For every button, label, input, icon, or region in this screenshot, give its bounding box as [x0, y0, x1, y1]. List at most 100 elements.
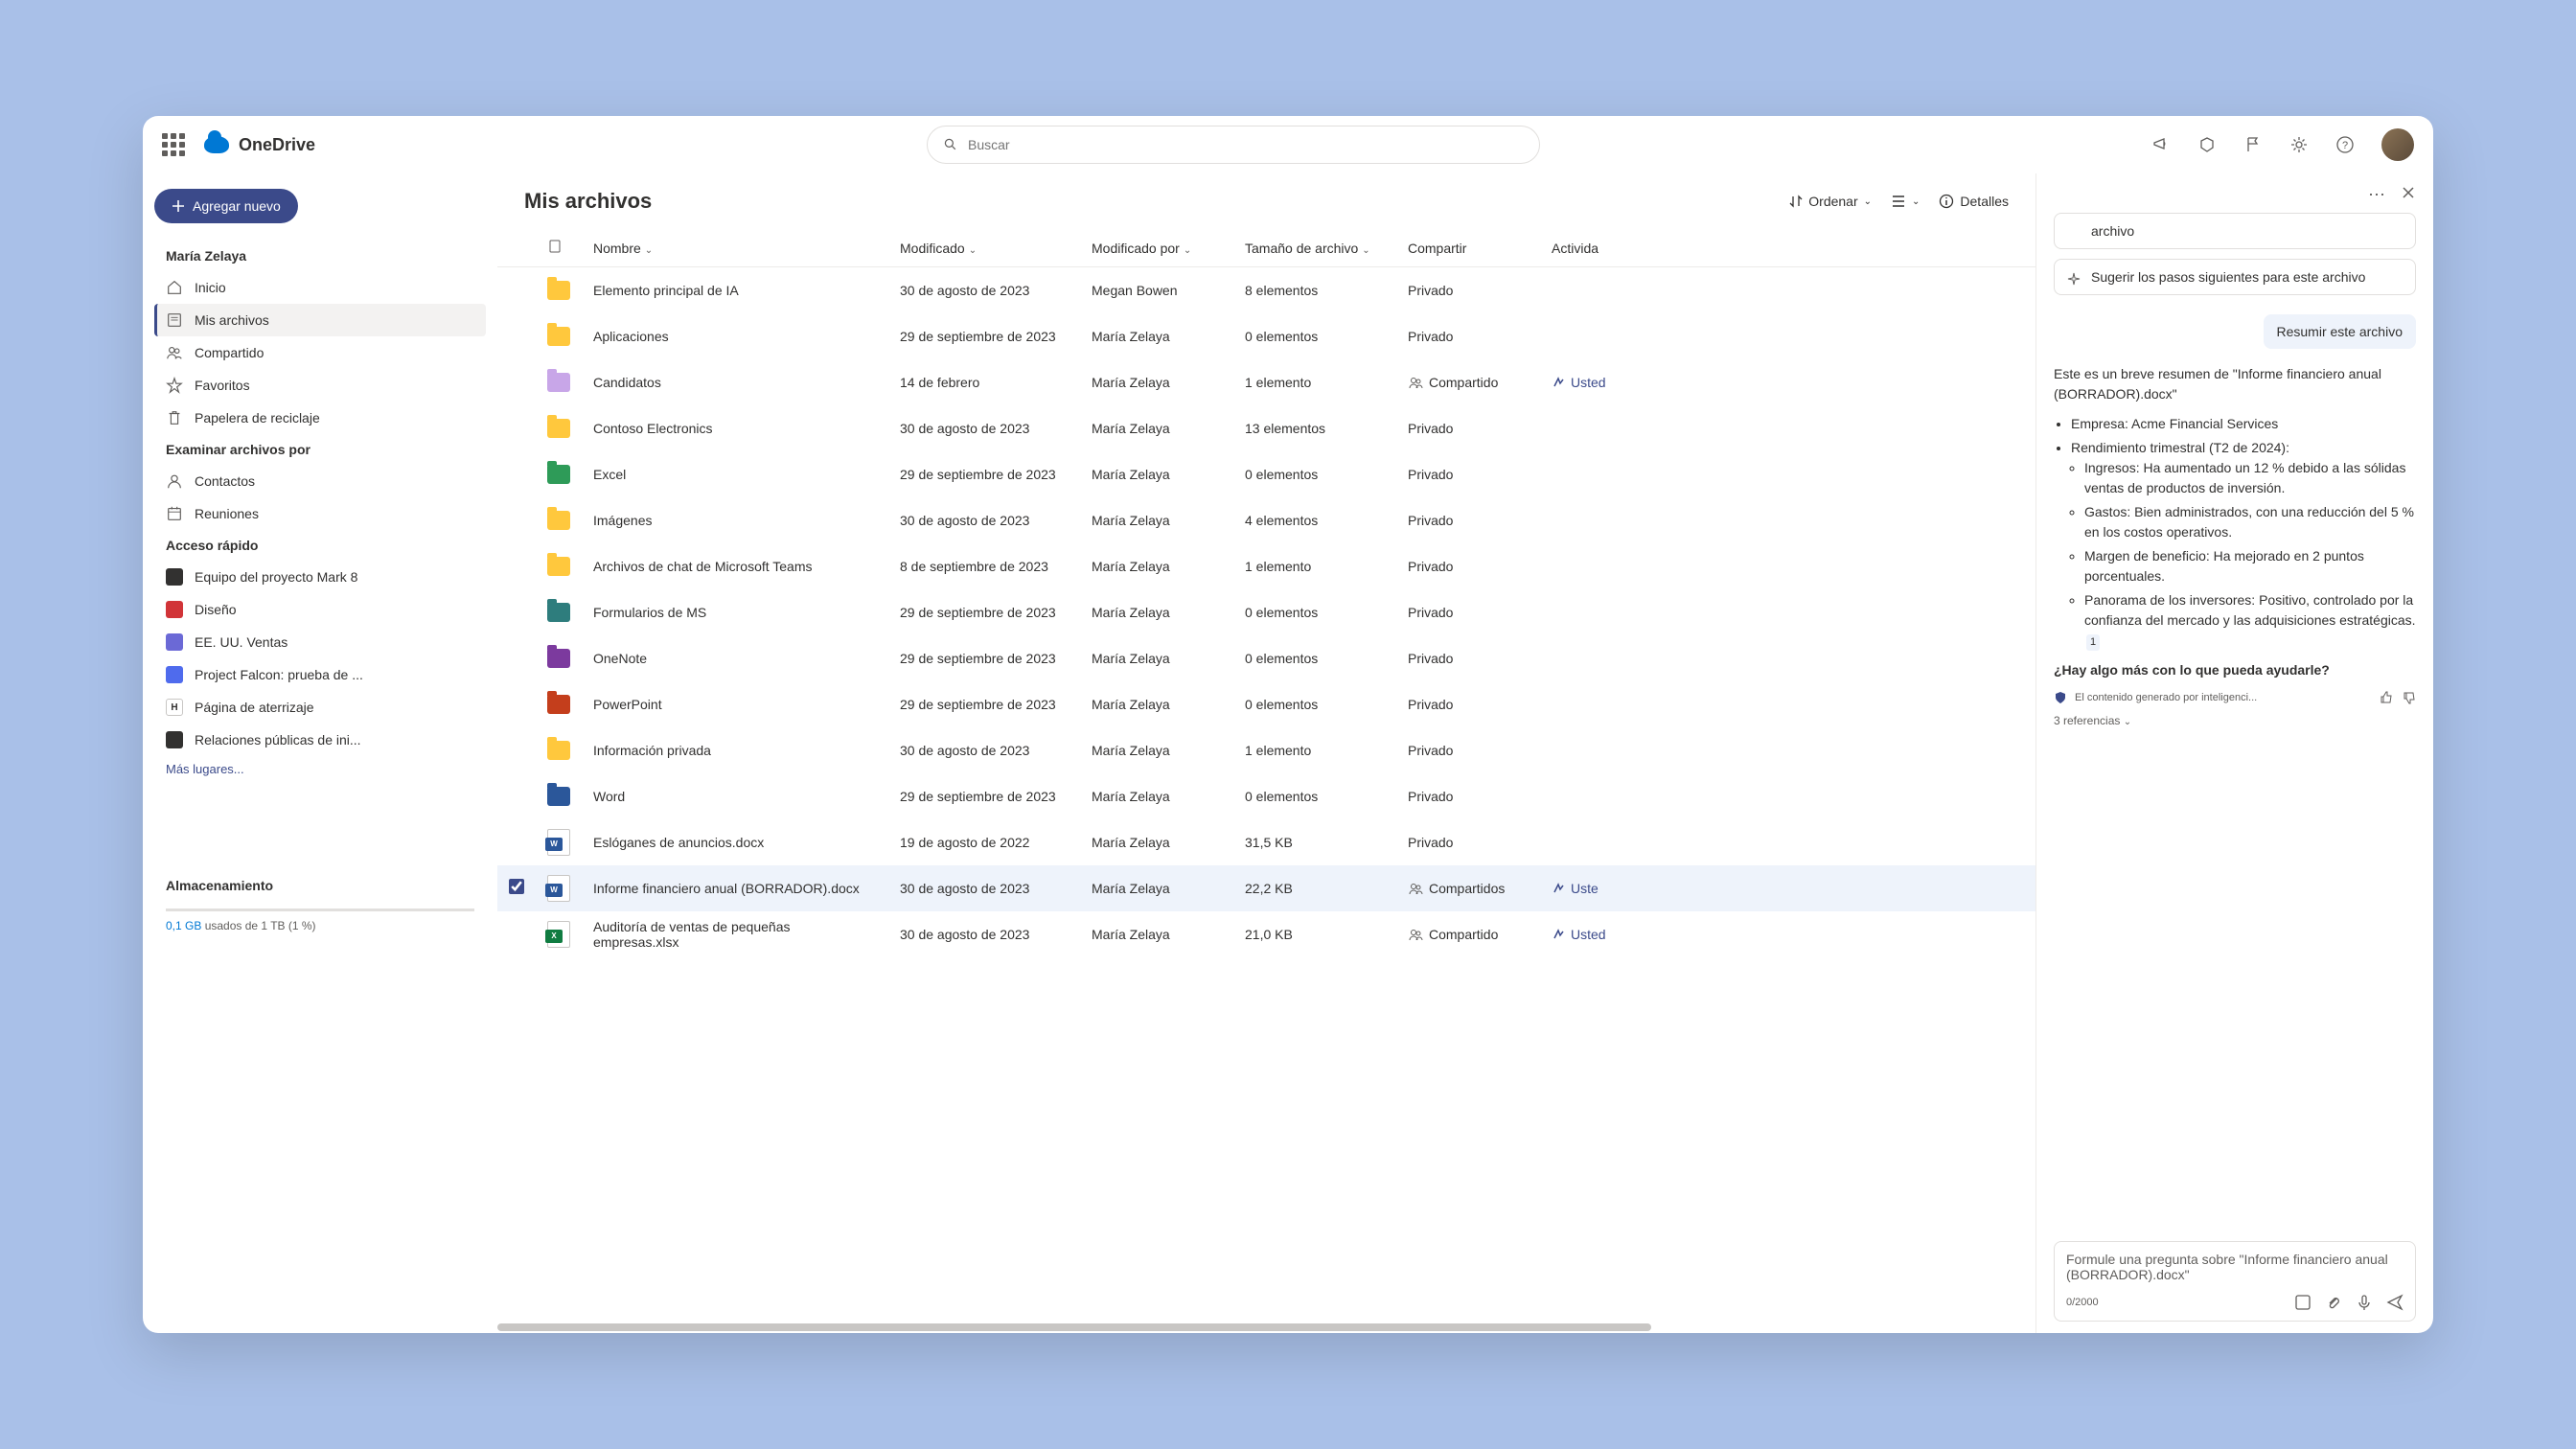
nav-item-trash[interactable]: Papelera de reciclaje — [154, 402, 486, 434]
col-header[interactable]: Tamaño de archivo⌄ — [1233, 229, 1396, 267]
table-row[interactable]: X Auditoría de ventas de pequeñas empres… — [497, 911, 2036, 957]
nav-item-home[interactable]: Inicio — [154, 271, 486, 304]
announcements-icon[interactable] — [2151, 135, 2171, 154]
nav-item-people[interactable]: Compartido — [154, 336, 486, 369]
folder-icon — [547, 649, 570, 668]
details-button[interactable]: Detalles — [1939, 194, 2009, 209]
file-activity: Uste — [1540, 865, 2036, 911]
col-check[interactable] — [497, 229, 536, 267]
suggestion-card-2[interactable]: Sugerir los pasos siguientes para este a… — [2054, 259, 2416, 295]
sort-button[interactable]: Ordenar ⌄ — [1789, 194, 1872, 209]
file-table-wrap[interactable]: Nombre⌄Modificado⌄Modificado por⌄Tamaño … — [497, 229, 2036, 1323]
table-row[interactable]: Aplicaciones 29 de septiembre de 2023 Ma… — [497, 313, 2036, 359]
file-by: María Zelaya — [1080, 543, 1233, 589]
thumbs-down-icon[interactable] — [2403, 691, 2416, 704]
table-row[interactable]: Excel 29 de septiembre de 2023 María Zel… — [497, 451, 2036, 497]
table-row[interactable]: Imágenes 30 de agosto de 2023 María Zela… — [497, 497, 2036, 543]
file-modified: 29 de septiembre de 2023 — [888, 451, 1080, 497]
quick-item[interactable]: Diseño — [154, 593, 486, 626]
table-row[interactable]: Archivos de chat de Microsoft Teams 8 de… — [497, 543, 2036, 589]
table-row[interactable]: Candidatos 14 de febrero María Zelaya 1 … — [497, 359, 2036, 405]
file-by: María Zelaya — [1080, 405, 1233, 451]
col-header[interactable]: Modificado por⌄ — [1080, 229, 1233, 267]
browse-item[interactable]: Reuniones — [154, 497, 486, 530]
file-size: 21,0 KB — [1233, 911, 1396, 957]
copilot-header: ⋯ — [2054, 185, 2416, 205]
attachment-box-icon[interactable] — [2294, 1294, 2312, 1311]
file-name: Eslóganes de anuncios.docx — [582, 819, 888, 865]
more-icon[interactable]: ⋯ — [2368, 185, 2385, 205]
thumbs-up-icon[interactable] — [2380, 691, 2393, 704]
references-toggle[interactable]: 3 referencias ⌄ — [2054, 712, 2416, 729]
trash-icon — [166, 409, 183, 426]
table-row[interactable]: W Eslóganes de anuncios.docx 19 de agost… — [497, 819, 2036, 865]
mic-icon[interactable] — [2356, 1294, 2373, 1311]
file-modified: 29 de septiembre de 2023 — [888, 773, 1080, 819]
browse-item[interactable]: Contactos — [154, 465, 486, 497]
nav-item-star[interactable]: Favoritos — [154, 369, 486, 402]
file-name: Auditoría de ventas de pequeñas empresas… — [582, 911, 888, 957]
avatar[interactable] — [2381, 128, 2414, 161]
app-launcher-icon[interactable] — [162, 133, 185, 156]
col-header[interactable]: Activida — [1540, 229, 2036, 267]
horizontal-scrollbar[interactable] — [497, 1323, 2036, 1333]
flag-icon[interactable] — [2243, 135, 2263, 154]
top-icons: ? — [2151, 128, 2414, 161]
table-row[interactable]: Contoso Electronics 30 de agosto de 2023… — [497, 405, 2036, 451]
premium-icon[interactable] — [2197, 135, 2217, 154]
svg-text:?: ? — [2342, 140, 2348, 151]
user-message: Resumir este archivo — [2264, 314, 2417, 349]
file-modified: 30 de agosto de 2023 — [888, 911, 1080, 957]
nav-item-files[interactable]: Mis archivos — [154, 304, 486, 336]
help-icon[interactable]: ? — [2335, 135, 2355, 154]
file-by: María Zelaya — [1080, 727, 1233, 773]
user-name: María Zelaya — [154, 241, 486, 271]
row-checkbox[interactable] — [509, 879, 524, 894]
file-by: María Zelaya — [1080, 589, 1233, 635]
files-icon — [166, 311, 183, 329]
table-row[interactable]: W Informe financiero anual (BORRADOR).do… — [497, 865, 2036, 911]
table-row[interactable]: Elemento principal de IA 30 de agosto de… — [497, 267, 2036, 313]
sidebar: Agregar nuevo María Zelaya InicioMis arc… — [143, 173, 497, 1333]
table-row[interactable]: PowerPoint 29 de septiembre de 2023 Marí… — [497, 681, 2036, 727]
send-icon[interactable] — [2386, 1294, 2404, 1311]
file-name: Aplicaciones — [582, 313, 888, 359]
table-row[interactable]: Formularios de MS 29 de septiembre de 20… — [497, 589, 2036, 635]
quick-item[interactable]: HPágina de aterrizaje — [154, 691, 486, 724]
folder-icon — [547, 787, 570, 806]
quick-item[interactable]: Equipo del proyecto Mark 8 — [154, 561, 486, 593]
quick-icon — [166, 666, 183, 683]
quick-item[interactable]: Relaciones públicas de ini... — [154, 724, 486, 756]
view-button[interactable]: ⌄ — [1891, 194, 1920, 209]
search-box[interactable] — [927, 126, 1540, 164]
topbar: OneDrive ? — [143, 116, 2433, 173]
file-activity — [1540, 451, 2036, 497]
close-icon[interactable] — [2401, 185, 2416, 205]
col-header[interactable]: Nombre⌄ — [582, 229, 888, 267]
attach-icon[interactable] — [2325, 1294, 2342, 1311]
search-input[interactable] — [968, 137, 1524, 152]
file-share: Privado — [1396, 681, 1540, 727]
quick-item[interactable]: EE. UU. Ventas — [154, 626, 486, 658]
settings-icon[interactable] — [2289, 135, 2309, 154]
add-new-button[interactable]: Agregar nuevo — [154, 189, 298, 223]
quick-icon — [166, 568, 183, 586]
col-header[interactable]: Compartir — [1396, 229, 1540, 267]
col-header[interactable]: Modificado⌄ — [888, 229, 1080, 267]
table-row[interactable]: OneNote 29 de septiembre de 2023 María Z… — [497, 635, 2036, 681]
star-icon — [166, 377, 183, 394]
file-size: 1 elemento — [1233, 359, 1396, 405]
file-by: María Zelaya — [1080, 773, 1233, 819]
file-share: Privado — [1396, 635, 1540, 681]
copilot-input[interactable]: Formule una pregunta sobre "Informe fina… — [2054, 1241, 2416, 1322]
table-row[interactable]: Información privada 30 de agosto de 2023… — [497, 727, 2036, 773]
table-row[interactable]: Word 29 de septiembre de 2023 María Zela… — [497, 773, 2036, 819]
file-share: Compartido — [1396, 911, 1540, 957]
folder-icon — [547, 603, 570, 622]
reference-badge[interactable]: 1 — [2086, 634, 2100, 651]
quick-item[interactable]: Project Falcon: prueba de ... — [154, 658, 486, 691]
more-places-link[interactable]: Más lugares... — [154, 756, 486, 782]
quick-icon — [166, 633, 183, 651]
suggestion-card-1[interactable]: archivo — [2054, 213, 2416, 249]
storage-bar — [166, 908, 474, 911]
